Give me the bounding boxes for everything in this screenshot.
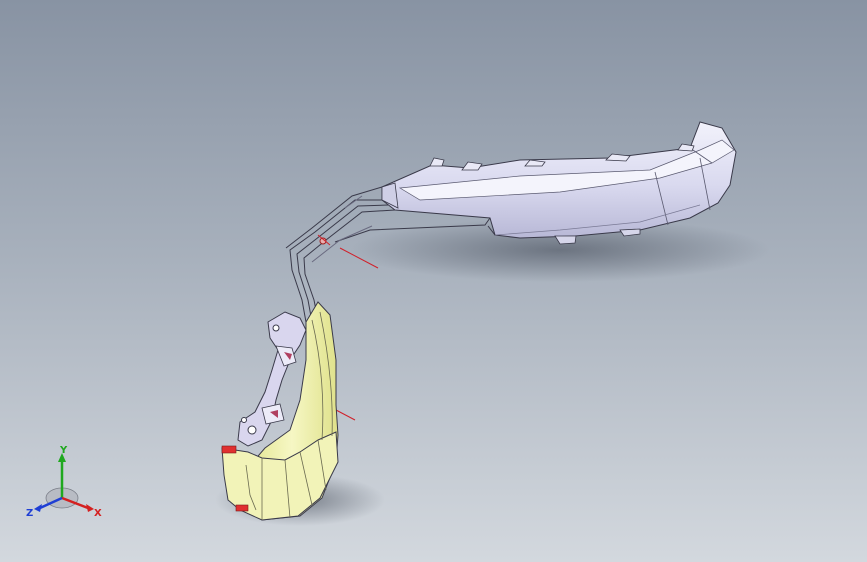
z-axis-arrowhead [34,504,42,512]
x-axis-arrowhead [86,504,94,512]
graphics-viewport[interactable]: Y X Z [0,0,867,562]
z-axis-label: Z [26,508,33,519]
y-axis-label: Y [59,446,68,456]
3d-model-view[interactable] [0,0,867,562]
x-axis-label: X [94,508,102,519]
reference-triad[interactable]: Y X Z [22,446,108,526]
